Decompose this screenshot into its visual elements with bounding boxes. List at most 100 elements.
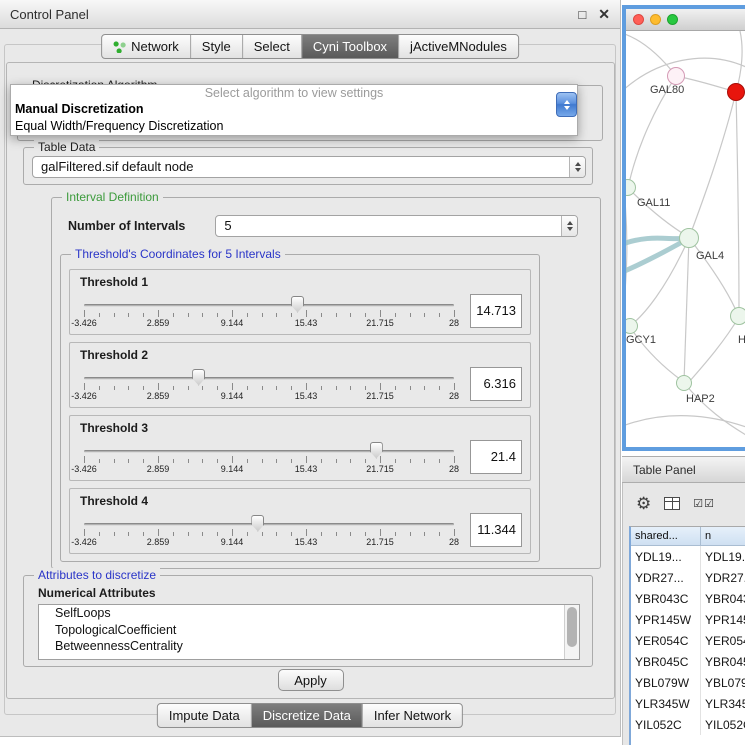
network-node-label: H <box>738 334 745 346</box>
tick-label: 15.43 <box>295 318 318 328</box>
scrollbar-thumb[interactable] <box>567 607 577 647</box>
tick-mark <box>217 386 218 390</box>
apply-button[interactable]: Apply <box>278 669 344 691</box>
table-data-combobox[interactable]: galFiltered.sif default node <box>32 156 586 178</box>
column-header[interactable]: n <box>701 527 745 545</box>
list-item[interactable]: TopologicalCoefficient <box>39 622 579 639</box>
tab-network[interactable]: Network <box>102 35 190 58</box>
list-item[interactable]: SelfLoops <box>39 605 579 622</box>
tab-label: jActiveMNodules <box>410 39 507 54</box>
tab-impute-data[interactable]: Impute Data <box>158 704 251 727</box>
combo-stepper-icon[interactable] <box>561 216 577 236</box>
tab-cyni-toolbox[interactable]: Cyni Toolbox <box>301 35 398 58</box>
tick-mark <box>143 313 144 317</box>
network-titlebar <box>626 9 745 31</box>
slider-track <box>84 523 454 526</box>
network-node[interactable] <box>676 375 692 391</box>
gear-icon[interactable]: ⚙ <box>636 495 651 512</box>
table-row[interactable]: YER054CYER054C <box>631 630 745 651</box>
tick-mark <box>173 459 174 463</box>
tick-mark <box>321 386 322 390</box>
select-columns-icon[interactable]: ☑☑ <box>693 497 715 510</box>
tab-label: Discretize Data <box>263 708 351 723</box>
top-tab-bar: NetworkStyle Select Cyni Toolbox jActiveMNo… <box>101 34 519 59</box>
threshold-label: Threshold 3 <box>80 421 148 435</box>
tick-mark <box>84 310 85 317</box>
column-header[interactable]: shared... <box>631 527 701 545</box>
tick-mark <box>114 459 115 463</box>
network-canvas[interactable]: GAL80 GAL11 GAL4 GCY1 HAP2 H <box>626 31 745 447</box>
minimize-traffic-light[interactable] <box>650 14 661 25</box>
close-traffic-light[interactable] <box>633 14 644 25</box>
tick-mark <box>424 313 425 317</box>
tab-discretize-data[interactable]: Discretize Data <box>251 704 362 727</box>
table-row[interactable]: YBR043CYBR043C <box>631 588 745 609</box>
tick-mark <box>439 459 440 463</box>
list-item[interactable]: BetweennessCentrality <box>39 638 579 655</box>
table-row[interactable]: YPR145WYPR145W <box>631 609 745 630</box>
threshold-slider[interactable]: -3.4262.8599.14415.4321.71528 <box>78 291 460 331</box>
threshold-value-field[interactable]: 6.316 <box>470 367 522 401</box>
tick-mark <box>350 459 351 463</box>
columns-icon[interactable] <box>664 497 680 510</box>
threshold-value-field[interactable]: 11.344 <box>470 513 522 547</box>
numerical-attributes-list[interactable]: SelfLoopsTopologicalCoefficientBetweenne… <box>38 604 580 660</box>
number-of-intervals-value: 5 <box>216 216 561 236</box>
tick-mark <box>424 459 425 463</box>
tab-label: Infer Network <box>374 708 451 723</box>
settings-panel: Discretization Algorithm Table Data galF… <box>6 62 615 699</box>
tick-mark <box>188 532 189 536</box>
network-node[interactable] <box>679 228 699 248</box>
network-node-selected[interactable] <box>727 83 745 101</box>
table-row[interactable]: YBL079WYBL079W <box>631 672 745 693</box>
algorithm-option[interactable]: Manual Discretization <box>11 101 577 118</box>
table-row[interactable]: YLR345WYLR345W <box>631 693 745 714</box>
slider-ticks <box>84 310 454 318</box>
list-scrollbar[interactable] <box>564 605 579 659</box>
tab-jactivemnodules[interactable]: jActiveMNodules <box>398 35 518 58</box>
threshold-label: Threshold 1 <box>80 275 148 289</box>
network-node[interactable] <box>730 307 745 325</box>
table-cell: YBR045C <box>631 651 701 672</box>
table-cell: YBL079W <box>701 672 745 693</box>
tick-mark <box>291 313 292 317</box>
table-row[interactable]: YDR27...YDR27... <box>631 567 745 588</box>
algorithm-option[interactable]: Equal Width/Frequency Discretization <box>11 118 577 135</box>
threshold-value-field[interactable]: 14.713 <box>470 294 522 328</box>
tick-mark <box>306 310 307 317</box>
tick-mark <box>262 459 263 463</box>
network-node[interactable] <box>667 67 685 85</box>
tick-label: 21.715 <box>366 464 394 474</box>
tab-select[interactable]: Select <box>242 35 301 58</box>
table-cell: YIL052C <box>631 714 701 735</box>
float-window-icon[interactable]: □ <box>578 8 586 21</box>
table-cell: YBR043C <box>701 588 745 609</box>
table-row[interactable]: YIL052CYIL052C <box>631 714 745 735</box>
threshold-slider[interactable]: -3.4262.8599.14415.4321.71528 <box>78 510 460 550</box>
tick-mark <box>202 386 203 390</box>
threshold-slider[interactable]: -3.4262.8599.14415.4321.71528 <box>78 437 460 477</box>
number-of-intervals-combobox[interactable]: 5 <box>215 215 578 237</box>
table-panel-title: Table Panel <box>633 463 696 477</box>
zoom-traffic-light[interactable] <box>667 14 678 25</box>
tick-mark <box>158 529 159 536</box>
algorithm-combo-button[interactable] <box>556 92 577 117</box>
tick-mark <box>262 313 263 317</box>
table-row[interactable]: YBR045CYBR045C <box>631 651 745 672</box>
combo-stepper-icon[interactable] <box>569 157 585 177</box>
tick-mark <box>114 532 115 536</box>
threshold-slider[interactable]: -3.4262.8599.14415.4321.71528 <box>78 364 460 404</box>
tick-mark <box>188 459 189 463</box>
close-icon[interactable]: ✕ <box>598 7 610 21</box>
tick-label: 28 <box>449 537 459 547</box>
table-row[interactable]: YDL19...YDL19... <box>631 546 745 567</box>
threshold-value-field[interactable]: 21.4 <box>470 440 522 474</box>
table-header-row: shared...n <box>631 527 745 546</box>
tab-label: Select <box>254 39 290 54</box>
tab-style[interactable]: Style <box>190 35 242 58</box>
tick-mark <box>336 313 337 317</box>
tick-mark <box>439 313 440 317</box>
tab-infer-network[interactable]: Infer Network <box>362 704 462 727</box>
interval-definition-group: Interval Definition Number of Intervals … <box>51 197 601 569</box>
tick-mark <box>276 532 277 536</box>
